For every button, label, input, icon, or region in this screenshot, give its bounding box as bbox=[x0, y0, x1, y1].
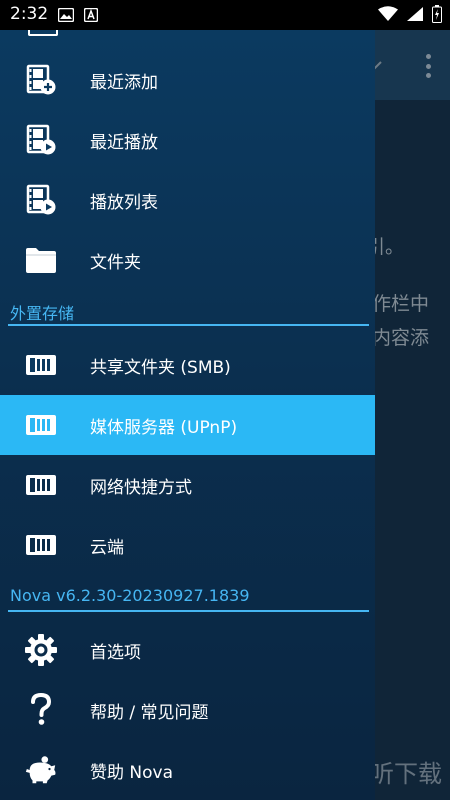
drawer-item-label: 帮助 / 常见问题 bbox=[90, 702, 209, 723]
background-text-2: 作栏中 bbox=[372, 293, 430, 315]
drawer-item-recently-played[interactable]: 最近播放 bbox=[0, 110, 375, 170]
film-play-icon bbox=[24, 123, 58, 157]
piggy-bank-icon bbox=[24, 753, 58, 787]
drawer-item-smb[interactable]: 共享文件夹 (SMB) bbox=[0, 335, 375, 395]
server-icon bbox=[24, 528, 58, 562]
status-time: 2:32 bbox=[10, 4, 49, 24]
drawer-item-donate[interactable]: 赞助 Nova bbox=[0, 740, 375, 800]
drawer-item-network-shortcuts[interactable]: 网络快捷方式 bbox=[0, 455, 375, 515]
section-header-external-storage: 外置存储 bbox=[0, 298, 375, 326]
folder-icon bbox=[24, 243, 58, 277]
navigation-drawer: 最近添加 最近播放 播放列表 文件夹 外置存储 共享文件夹 (SMB) 媒体服务… bbox=[0, 30, 375, 800]
drawer-item-label: 赞助 Nova bbox=[90, 762, 173, 783]
gear-icon bbox=[24, 633, 58, 667]
drawer-item-playlists[interactable]: 播放列表 bbox=[0, 170, 375, 230]
version-text: Nova v6.2.30-20230927.1839 bbox=[10, 586, 250, 605]
status-bar: 2:32 bbox=[0, 0, 450, 30]
section-divider bbox=[8, 324, 369, 326]
battery-icon bbox=[432, 5, 442, 27]
drawer-item-recently-added[interactable]: 最近添加 bbox=[0, 50, 375, 110]
question-icon bbox=[24, 693, 58, 727]
drawer-item-upnp[interactable]: 媒体服务器 (UPnP) bbox=[0, 395, 375, 455]
drawer-item-label: 文件夹 bbox=[90, 252, 141, 273]
drawer-item-label: 最近播放 bbox=[90, 132, 158, 153]
wifi-icon bbox=[378, 6, 398, 26]
drawer-item-preferences[interactable]: 首选项 bbox=[0, 620, 375, 680]
drawer-item-folders[interactable]: 文件夹 bbox=[0, 230, 375, 290]
server-icon bbox=[24, 408, 58, 442]
signal-icon bbox=[406, 6, 424, 26]
server-icon bbox=[24, 468, 58, 502]
section-header-version: Nova v6.2.30-20230927.1839 bbox=[0, 584, 375, 612]
image-notification-icon bbox=[57, 7, 75, 26]
drawer-item-help-faq[interactable]: 帮助 / 常见问题 bbox=[0, 680, 375, 740]
drawer-item-cloud[interactable]: 云端 bbox=[0, 515, 375, 575]
overflow-menu-icon[interactable] bbox=[424, 54, 432, 78]
section-title: 外置存储 bbox=[10, 304, 75, 323]
server-icon bbox=[24, 348, 58, 382]
drawer-item-label: 云端 bbox=[90, 537, 124, 558]
drawer-item-label: 网络快捷方式 bbox=[90, 477, 192, 498]
section-divider bbox=[8, 610, 369, 612]
film-playlist-icon bbox=[24, 183, 58, 217]
drawer-item-label: 媒体服务器 (UPnP) bbox=[90, 417, 238, 438]
partial-film-icon bbox=[28, 30, 58, 36]
font-notification-icon bbox=[83, 7, 99, 26]
drawer-item-label: 首选项 bbox=[90, 642, 141, 663]
drawer-item-label: 播放列表 bbox=[90, 192, 158, 213]
drawer-item-label: 共享文件夹 (SMB) bbox=[90, 357, 231, 378]
drawer-item-label: 最近添加 bbox=[90, 72, 158, 93]
background-text-3: 内容添 bbox=[372, 327, 430, 349]
film-add-icon bbox=[24, 63, 58, 97]
